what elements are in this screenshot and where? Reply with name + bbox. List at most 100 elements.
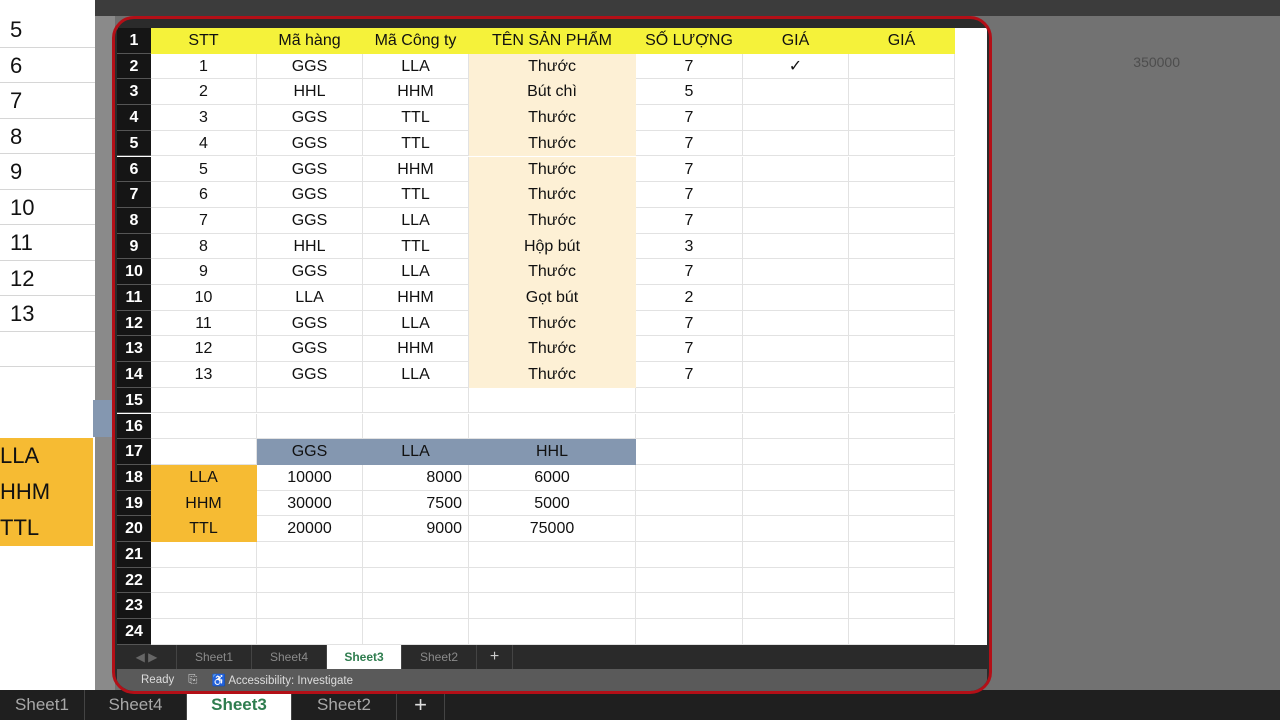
row-header[interactable]: 17 xyxy=(117,439,151,465)
cell[interactable] xyxy=(743,387,849,414)
cell[interactable] xyxy=(636,413,743,440)
row-header[interactable]: 12 xyxy=(117,310,151,337)
cell[interactable]: TTL xyxy=(363,105,469,131)
cell[interactable] xyxy=(363,567,469,594)
cell[interactable] xyxy=(363,619,469,645)
cell[interactable]: SỐ LƯỢNG xyxy=(636,28,743,54)
cell[interactable]: HHM xyxy=(363,79,469,106)
tab-sheet2[interactable]: Sheet2 xyxy=(402,645,477,669)
cell[interactable]: HHM xyxy=(363,285,469,311)
cell[interactable]: HHL xyxy=(257,79,363,106)
cell[interactable] xyxy=(849,130,955,157)
cell[interactable]: 9 xyxy=(151,259,257,285)
row-header[interactable]: 16 xyxy=(117,413,151,440)
cell[interactable] xyxy=(257,567,363,594)
cell[interactable] xyxy=(636,619,743,645)
cell[interactable]: TTL xyxy=(363,233,469,260)
cell[interactable] xyxy=(743,413,849,440)
cell[interactable] xyxy=(469,542,636,568)
cell[interactable] xyxy=(849,362,955,388)
cell[interactable]: LLA xyxy=(363,207,469,234)
accessibility-status[interactable]: ♿ Accessibility: Investigate xyxy=(211,673,353,687)
row-header[interactable]: 19 xyxy=(117,490,151,517)
cell[interactable]: LLA xyxy=(257,285,363,311)
cell[interactable]: GIÁ xyxy=(743,28,849,54)
cell[interactable]: LLA xyxy=(363,259,469,285)
cell[interactable]: 1 xyxy=(151,53,257,80)
cell[interactable] xyxy=(743,362,849,388)
cell[interactable]: 4 xyxy=(151,130,257,157)
background-add-sheet-button[interactable]: + xyxy=(397,690,445,720)
cell[interactable] xyxy=(257,542,363,568)
cell[interactable]: 8000 xyxy=(363,464,469,491)
cell[interactable] xyxy=(849,464,955,491)
row-header[interactable]: 22 xyxy=(117,567,151,594)
cell[interactable] xyxy=(363,413,469,440)
cell[interactable] xyxy=(151,593,257,620)
row-header[interactable]: 13 xyxy=(117,336,151,363)
cell[interactable] xyxy=(849,105,955,131)
background-tab-sheet4[interactable]: Sheet4 xyxy=(85,690,187,720)
cell[interactable]: HHM xyxy=(363,336,469,363)
row-header[interactable]: 18 xyxy=(117,464,151,491)
cell[interactable] xyxy=(469,619,636,645)
cell[interactable] xyxy=(151,413,257,440)
cell[interactable]: GIÁ xyxy=(849,28,955,54)
cell[interactable]: LLA xyxy=(363,310,469,337)
macro-record-icon[interactable]: ⎘ xyxy=(188,674,197,687)
cell[interactable]: GGS xyxy=(257,439,363,465)
cell[interactable]: 5 xyxy=(636,79,743,106)
cell[interactable] xyxy=(469,593,636,620)
cell[interactable] xyxy=(257,593,363,620)
cell[interactable] xyxy=(849,156,955,183)
cell[interactable] xyxy=(743,336,849,363)
cell[interactable]: GGS xyxy=(257,105,363,131)
tab-sheet4[interactable]: Sheet4 xyxy=(252,645,327,669)
cell[interactable] xyxy=(743,593,849,620)
row-header[interactable]: 5 xyxy=(117,130,151,157)
cell[interactable] xyxy=(636,567,743,594)
cell[interactable] xyxy=(849,53,955,80)
cell[interactable]: 7 xyxy=(636,310,743,337)
cell[interactable]: LLA xyxy=(363,439,469,465)
row-header[interactable]: 21 xyxy=(117,542,151,568)
cell[interactable] xyxy=(636,439,743,465)
cell[interactable] xyxy=(257,619,363,645)
cell[interactable] xyxy=(849,233,955,260)
background-tab-sheet2[interactable]: Sheet2 xyxy=(292,690,397,720)
cell[interactable]: 7 xyxy=(151,207,257,234)
cell[interactable]: 13 xyxy=(151,362,257,388)
cell[interactable]: 9000 xyxy=(363,516,469,542)
row-header[interactable]: 6 xyxy=(117,156,151,183)
cell[interactable] xyxy=(636,387,743,414)
cell[interactable] xyxy=(743,130,849,157)
cell[interactable]: 7 xyxy=(636,53,743,80)
cell[interactable] xyxy=(743,619,849,645)
cell[interactable] xyxy=(743,259,849,285)
cell[interactable]: GGS xyxy=(257,53,363,80)
cell[interactable] xyxy=(743,182,849,208)
cell[interactable]: GGS xyxy=(257,156,363,183)
row-header[interactable]: 10 xyxy=(117,259,151,285)
cell[interactable]: HHM xyxy=(151,490,257,517)
cell[interactable]: 7 xyxy=(636,336,743,363)
cell[interactable]: LLA xyxy=(363,362,469,388)
cell[interactable] xyxy=(743,233,849,260)
cell[interactable]: 10 xyxy=(151,285,257,311)
cell[interactable] xyxy=(743,439,849,465)
cell[interactable]: TTL xyxy=(363,130,469,157)
cell[interactable] xyxy=(151,619,257,645)
cell[interactable] xyxy=(151,387,257,414)
cell[interactable] xyxy=(743,567,849,594)
cell[interactable]: 75000 xyxy=(469,516,636,542)
cell[interactable] xyxy=(363,542,469,568)
cell[interactable]: 7 xyxy=(636,156,743,183)
cell[interactable] xyxy=(849,387,955,414)
cell[interactable] xyxy=(469,387,636,414)
cell[interactable] xyxy=(743,490,849,517)
cell[interactable]: Thước xyxy=(469,310,636,337)
cell[interactable] xyxy=(849,619,955,645)
cell[interactable]: Bút chì xyxy=(469,79,636,106)
cell[interactable] xyxy=(636,516,743,542)
cell[interactable]: 2 xyxy=(636,285,743,311)
